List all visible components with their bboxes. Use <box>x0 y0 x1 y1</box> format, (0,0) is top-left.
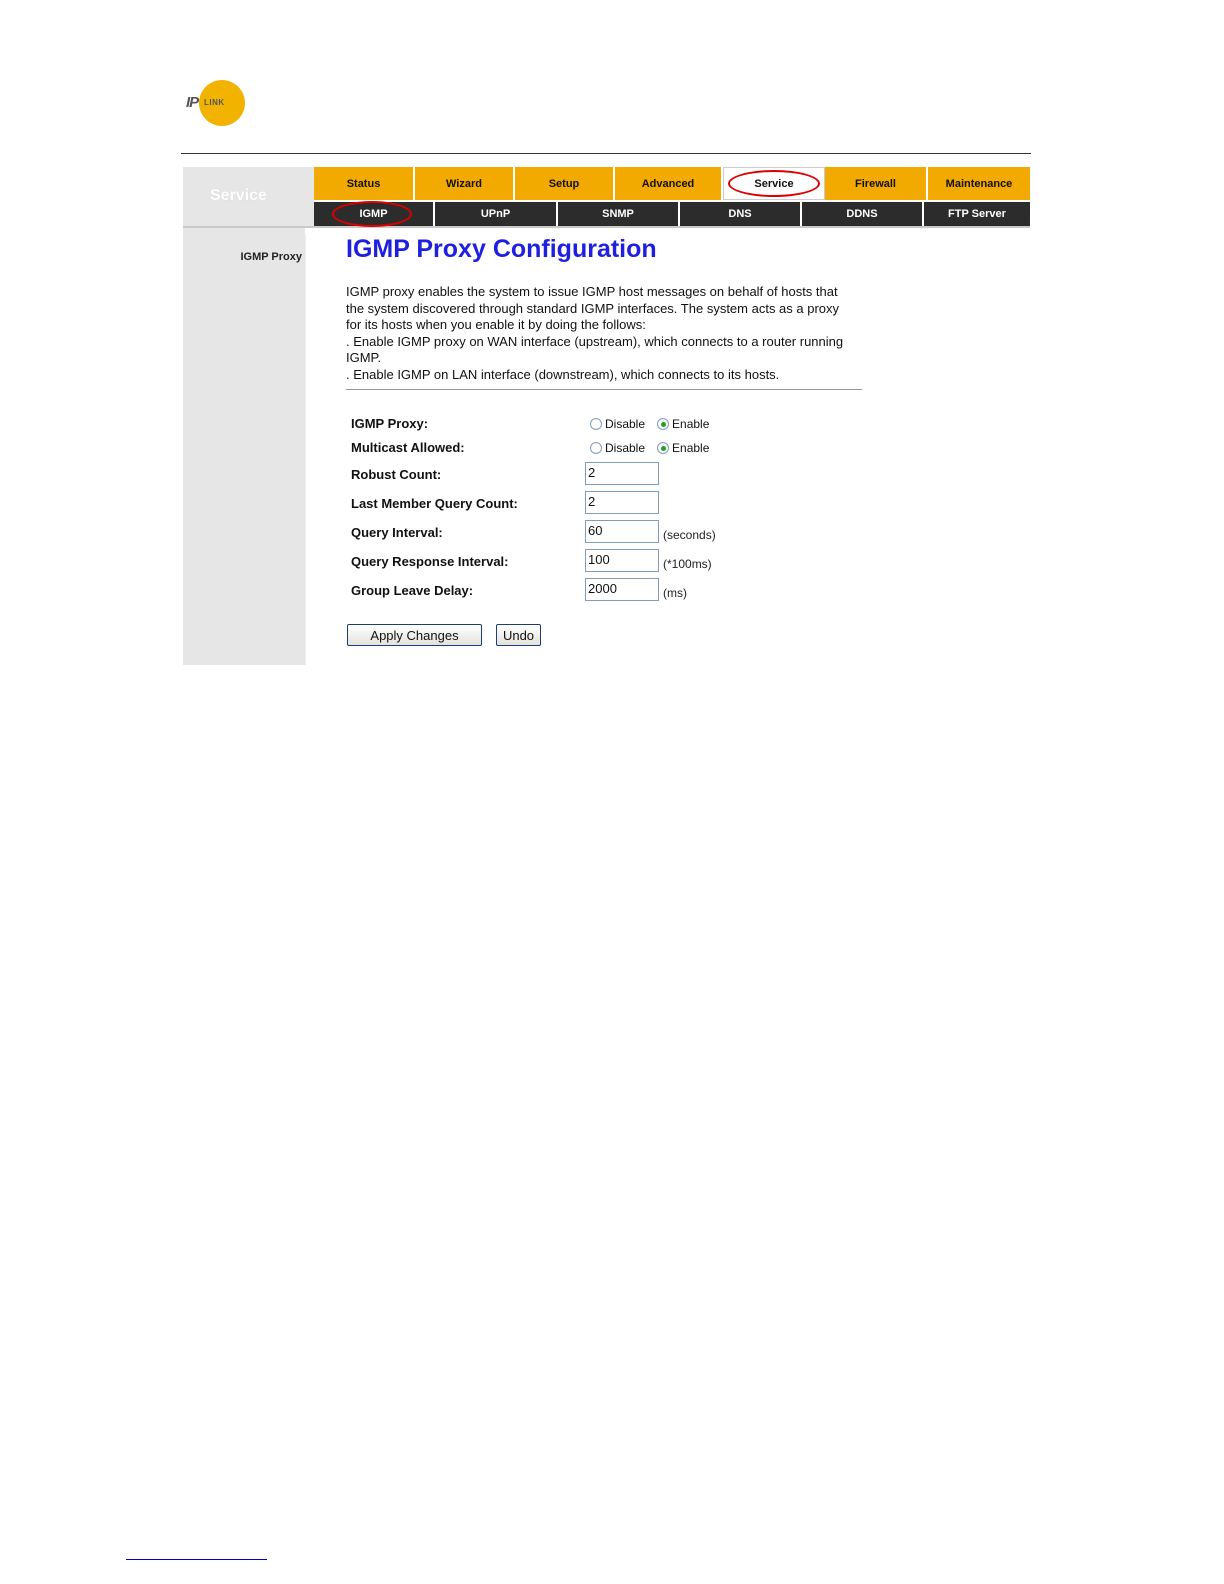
content-panel: IGMP Proxy Configuration IGMP proxy enab… <box>305 235 1031 665</box>
footer-link-underline[interactable] <box>126 1559 267 1560</box>
query-interval-unit: (seconds) <box>663 528 716 542</box>
description-line: IGMP proxy enables the system to issue I… <box>346 284 838 299</box>
description-line: the system discovered through standard I… <box>346 300 840 316</box>
tab-service[interactable]: Service <box>723 167 825 200</box>
query-response-interval-label: Query Response Interval: <box>351 554 509 569</box>
subtab-label: DNS <box>728 208 752 220</box>
sidebar-heading-label: Service <box>210 187 267 204</box>
tab-firewall[interactable]: Firewall <box>825 167 928 200</box>
robust-count-label: Robust Count: <box>351 467 442 482</box>
sidebar-item-igmp-proxy[interactable]: IGMP Proxy <box>240 251 302 263</box>
highlight-ring <box>332 201 412 227</box>
tab-label: Setup <box>548 177 580 190</box>
tab-label: Status <box>346 177 381 190</box>
radio-disable[interactable] <box>590 418 602 430</box>
subtab-ddns[interactable]: DDNS <box>802 202 924 226</box>
subtab-upnp[interactable]: UPnP <box>435 202 558 226</box>
radio-enable[interactable] <box>657 418 670 430</box>
subtab-ftp-server[interactable]: FTP Server <box>924 202 1030 226</box>
multicast-allowed-label: Multicast Allowed: <box>351 440 465 455</box>
radio-label: Disable <box>605 441 646 455</box>
header-divider <box>181 153 1031 154</box>
description-line: for its hosts when you enable it by doin… <box>346 317 646 333</box>
tab-wizard[interactable]: Wizard <box>415 167 515 200</box>
tab-maintenance[interactable]: Maintenance <box>928 167 1030 200</box>
radio-label: Enable <box>672 417 710 431</box>
multicast-radio-group: Disable Enable <box>590 441 721 455</box>
apply-changes-button[interactable]: Apply Changes <box>347 624 482 646</box>
tab-setup[interactable]: Setup <box>515 167 615 200</box>
iplink-logo: IP LINK <box>186 78 246 128</box>
tab-status[interactable]: Status <box>314 167 415 200</box>
igmp-proxy-enable-option[interactable]: Enable <box>657 417 709 431</box>
tab-advanced[interactable]: Advanced <box>615 167 723 200</box>
multicast-disable-option[interactable]: Disable <box>590 441 645 455</box>
router-admin-frame: Service IGMP Proxy Status Wizard Setup A… <box>183 167 1031 665</box>
undo-button[interactable]: Undo <box>496 624 541 646</box>
radio-label: Enable <box>672 441 710 455</box>
igmp-proxy-disable-option[interactable]: Disable <box>590 417 645 431</box>
subtab-label: FTP Server <box>948 208 1006 220</box>
subtab-label: SNMP <box>602 208 634 220</box>
subtab-label: DDNS <box>846 208 878 220</box>
query-interval-field[interactable]: 60 <box>585 520 659 543</box>
radio-disable[interactable] <box>590 442 602 454</box>
tab-label: Maintenance <box>945 177 1013 190</box>
multicast-enable-option[interactable]: Enable <box>657 441 709 455</box>
description-line: . Enable IGMP on LAN interface (downstre… <box>346 366 780 382</box>
page-title: IGMP Proxy Configuration <box>346 235 657 263</box>
subtab-snmp[interactable]: SNMP <box>558 202 680 226</box>
query-response-interval-unit: (*100ms) <box>663 557 712 571</box>
logo-ip-text: IP <box>186 94 199 111</box>
nav-divider <box>183 226 1030 228</box>
igmp-proxy-radio-group: Disable Enable <box>590 417 721 431</box>
last-member-query-count-field[interactable]: 2 <box>585 491 659 514</box>
sub-tabs: IGMP UPnP SNMP DNS DDNS FTP Server <box>314 201 1030 227</box>
radio-enable[interactable] <box>657 442 670 454</box>
tab-label: Firewall <box>855 177 896 190</box>
logo-link-text: LINK <box>204 98 225 107</box>
highlight-ring <box>728 170 820 197</box>
page-description: IGMP proxy enables the system to issue I… <box>346 284 866 384</box>
sidebar-heading: Service <box>183 167 314 226</box>
tab-label: Advanced <box>641 177 695 190</box>
sidebar: IGMP Proxy <box>183 228 305 665</box>
group-leave-delay-label: Group Leave Delay: <box>351 583 474 598</box>
igmp-proxy-label: IGMP Proxy: <box>351 416 429 431</box>
tab-label: Wizard <box>446 177 482 190</box>
radio-label: Disable <box>605 417 646 431</box>
main-tabs: Status Wizard Setup Advanced Service Fir… <box>314 167 1030 200</box>
subtab-label: UPnP <box>480 208 511 220</box>
query-response-interval-field[interactable]: 100 <box>585 549 659 572</box>
group-leave-delay-unit: (ms) <box>663 586 687 600</box>
description-line: IGMP. <box>346 350 382 366</box>
subtab-igmp[interactable]: IGMP <box>314 201 435 227</box>
last-member-query-count-label: Last Member Query Count: <box>351 496 518 511</box>
group-leave-delay-field[interactable]: 2000 <box>585 578 659 601</box>
subtab-dns[interactable]: DNS <box>680 202 802 226</box>
robust-count-field[interactable]: 2 <box>585 462 659 485</box>
query-interval-label: Query Interval: <box>351 525 443 540</box>
section-divider <box>346 389 862 390</box>
description-line: . Enable IGMP proxy on WAN interface (up… <box>346 333 844 349</box>
